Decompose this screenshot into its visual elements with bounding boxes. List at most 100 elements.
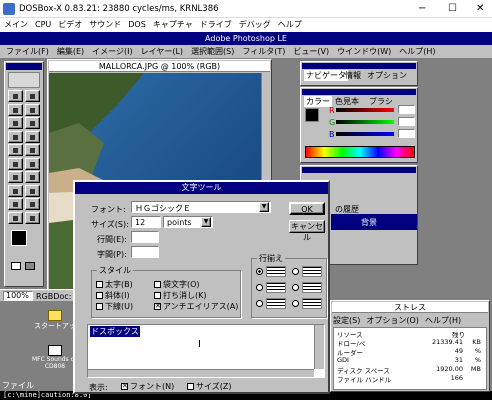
host-menu-dos[interactable]: DOS (128, 18, 146, 32)
checkbox-box[interactable] (154, 292, 161, 299)
host-menu-capture[interactable]: キャプチャ (153, 18, 193, 32)
zoom-field[interactable]: 100% (3, 291, 33, 301)
host-menu-drive[interactable]: ドライブ (200, 18, 232, 32)
strikethrough-checkbox[interactable]: 打ち消し(K) (154, 290, 238, 301)
checkbox-box[interactable] (187, 383, 194, 390)
fg-color-box[interactable] (305, 108, 319, 122)
menu-view[interactable]: ビュー(V) (293, 45, 329, 58)
font-select[interactable]: ＨＧゴシックＥ ▼ (131, 201, 271, 213)
radio-circle[interactable] (256, 300, 263, 307)
channel-g-slider[interactable] (336, 120, 394, 124)
gradient-icon[interactable] (8, 184, 23, 197)
menu-filter[interactable]: フィルタ(T) (242, 45, 285, 58)
leading-input[interactable] (131, 231, 159, 243)
type-tool-icon[interactable] (8, 171, 23, 183)
unit-select[interactable]: points ▼ (163, 216, 213, 228)
taskbar-file[interactable]: ファイル (2, 380, 34, 391)
zoom-icon[interactable] (8, 211, 23, 224)
host-menu-debug[interactable]: デバッグ (239, 18, 271, 32)
tab-brushes[interactable]: ブラシ (369, 96, 393, 107)
menu-help[interactable]: ヘルプ(H) (399, 45, 435, 58)
pen-icon[interactable] (25, 157, 40, 170)
rubber-stamp-icon[interactable] (8, 144, 23, 156)
host-menu-help[interactable]: ヘルプ (278, 18, 302, 32)
radio-circle[interactable] (292, 284, 299, 291)
checkbox-box-checked[interactable]: ✕ (121, 383, 128, 390)
line-tool-icon[interactable] (25, 171, 40, 183)
text-entry-area[interactable]: ドスボックス I (87, 324, 325, 378)
text-scrollbar-h[interactable] (88, 369, 314, 377)
outline-checkbox[interactable]: 袋文字(O) (154, 279, 238, 290)
airbrush-icon[interactable] (8, 117, 23, 129)
host-menu-main[interactable]: メイン (4, 18, 28, 32)
antialias-checkbox[interactable]: ✕ アンチエイリアス(A) (154, 301, 238, 312)
crop-icon[interactable] (25, 211, 40, 224)
bucket-icon[interactable] (25, 184, 40, 197)
tab-options[interactable]: オプション (367, 70, 407, 81)
smudge-icon[interactable] (25, 144, 40, 156)
radio-circle[interactable] (292, 268, 299, 275)
menu-edit[interactable]: 編集(E) (57, 45, 84, 58)
channel-g-value[interactable] (398, 117, 415, 126)
chevron-down-icon[interactable]: ▼ (201, 217, 211, 227)
color-spectrum-bar[interactable] (305, 146, 415, 158)
checkbox-box[interactable] (154, 281, 161, 288)
underline-checkbox[interactable]: 下線(U) (96, 301, 133, 312)
align-vertical-top-radio[interactable] (292, 266, 326, 278)
chevron-down-icon[interactable]: ▼ (259, 202, 269, 212)
checkbox-box[interactable] (96, 281, 103, 288)
minimize-button[interactable]: − (418, 3, 426, 14)
menu-layer[interactable]: レイヤー(L) (141, 45, 183, 58)
text-scrollbar-v[interactable] (314, 325, 324, 369)
brush-icon[interactable] (25, 117, 40, 129)
host-menu-cpu[interactable]: CPU (35, 18, 51, 32)
channel-r-value[interactable] (398, 105, 415, 114)
quick-mask-icon[interactable] (11, 262, 21, 270)
radio-circle[interactable] (256, 284, 263, 291)
layer-row[interactable]: 背景 (331, 214, 417, 230)
radio-circle[interactable] (256, 268, 263, 275)
menu-select[interactable]: 選択範囲(S) (191, 45, 234, 58)
move-tool-icon[interactable] (25, 90, 40, 102)
align-vertical-bottom-radio[interactable] (292, 298, 326, 310)
checkbox-box-checked[interactable]: ✕ (154, 303, 161, 310)
pencil-icon[interactable] (25, 130, 40, 143)
close-button[interactable]: ✕ (476, 3, 484, 14)
eyedropper-icon[interactable] (8, 198, 23, 210)
tab-navigator[interactable]: ナビゲータ (304, 70, 348, 81)
stress-menu-help[interactable]: ヘルプ(H) (425, 315, 461, 326)
align-center-radio[interactable] (256, 282, 290, 294)
tab-color[interactable]: カラー (304, 96, 332, 107)
lasso-tool-icon[interactable] (8, 103, 23, 116)
eraser-icon[interactable] (8, 130, 23, 143)
marquee-tool-icon[interactable] (8, 90, 23, 102)
menu-image[interactable]: イメージ(I) (92, 45, 132, 58)
channel-b-value[interactable] (398, 129, 415, 138)
magic-wand-icon[interactable] (25, 103, 40, 116)
screen-mode-icon[interactable] (25, 262, 35, 270)
tab-info[interactable]: 情報 (345, 70, 361, 81)
tab-swatches[interactable]: 色見本 (335, 96, 359, 107)
spacing-input[interactable] (131, 246, 159, 258)
channel-r-slider[interactable] (336, 108, 394, 112)
menu-window[interactable]: ウインドウ(W) (337, 45, 391, 58)
dodge-icon[interactable] (8, 157, 23, 170)
maximize-button[interactable]: ☐ (448, 3, 457, 14)
foreground-color-swatch[interactable] (11, 230, 27, 246)
checkbox-box[interactable] (96, 303, 103, 310)
hand-icon[interactable] (25, 198, 40, 210)
ok-button[interactable]: OK (289, 202, 325, 215)
channel-b-slider[interactable] (336, 132, 394, 136)
host-menu-video[interactable]: ビデオ (58, 18, 82, 32)
cancel-button[interactable]: キャンセル (289, 220, 325, 242)
checkbox-box[interactable] (96, 292, 103, 299)
show-size-checkbox[interactable]: サイズ(Z) (187, 381, 231, 392)
italic-checkbox[interactable]: 斜体(I) (96, 290, 133, 301)
align-vertical-center-radio[interactable] (292, 282, 326, 294)
bold-checkbox[interactable]: 太字(B) (96, 279, 133, 290)
stress-menu-options[interactable]: オプション(O) (366, 315, 419, 326)
size-input[interactable]: 12 (131, 216, 161, 228)
menu-file[interactable]: ファイル(F) (6, 45, 49, 58)
show-font-checkbox[interactable]: ✕ フォント(N) (121, 381, 174, 392)
stress-menu-settings[interactable]: 設定(S) (333, 315, 360, 326)
